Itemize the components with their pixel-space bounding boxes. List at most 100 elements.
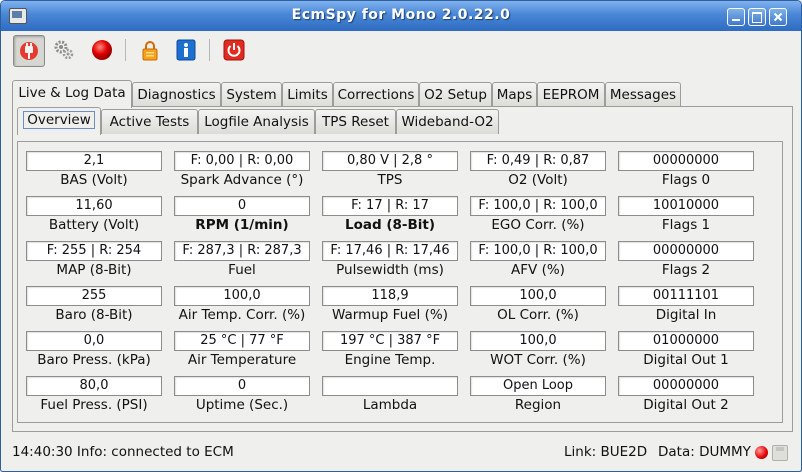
value-box: 100,0 xyxy=(174,286,310,306)
digital-out-2-field: 00000000 Digital Out 2 xyxy=(618,376,754,418)
uptime-field: 0 Uptime (Sec.) xyxy=(174,376,310,418)
flags-0-field: 00000000 Flags 0 xyxy=(618,151,754,193)
value-box: 0 xyxy=(174,376,310,396)
field-label: RPM (1/min) xyxy=(195,217,289,233)
value-box: 25 °C | 77 °F xyxy=(174,331,310,351)
digital-in-field: 00111101 Digital In xyxy=(618,286,754,328)
value-box: F: 0,49 | R: 0,87 xyxy=(470,151,606,171)
tab-live-log-data[interactable]: Live & Log Data xyxy=(12,80,132,108)
title-bar[interactable]: EcmSpy for Mono 2.0.22.0 xyxy=(1,1,801,31)
info-button[interactable] xyxy=(171,35,201,65)
lock-button[interactable] xyxy=(135,35,165,65)
tab-overview-label: Overview xyxy=(23,111,95,129)
value-box xyxy=(322,376,458,396)
field-label: Warmup Fuel (%) xyxy=(332,307,448,323)
fuel-press-field: 80,0 Fuel Press. (PSI) xyxy=(26,376,162,418)
window-title: EcmSpy for Mono 2.0.22.0 xyxy=(291,7,511,23)
tab-system[interactable]: System xyxy=(221,82,282,107)
tab-messages[interactable]: Messages xyxy=(605,82,681,107)
tab-active-tests[interactable]: Active Tests xyxy=(101,109,198,134)
tab-wideband-o2[interactable]: Wideband-O2 xyxy=(396,109,499,134)
value-box: 01000000 xyxy=(618,331,754,351)
engine-temp-field: 197 °C | 387 °F Engine Temp. xyxy=(322,331,458,373)
tps-field: 0,80 V | 2,8 ° TPS xyxy=(322,151,458,193)
tab-logfile-analysis[interactable]: Logfile Analysis xyxy=(198,109,315,134)
value-box: 100,0 xyxy=(470,331,606,351)
field-label: AFV (%) xyxy=(511,262,565,278)
wot-corr-field: 100,0 WOT Corr. (%) xyxy=(470,331,606,373)
field-label: BAS (Volt) xyxy=(60,172,128,188)
value-box: F: 100,0 | R: 100,0 xyxy=(470,241,606,261)
value-box: 00000000 xyxy=(618,151,754,171)
load-field: F: 17 | R: 17 Load (8-Bit) xyxy=(322,196,458,238)
region-field: Open Loop Region xyxy=(470,376,606,418)
tab-tps-reset[interactable]: TPS Reset xyxy=(315,109,396,134)
value-box: 00000000 xyxy=(618,241,754,261)
tab-maps[interactable]: Maps xyxy=(492,82,537,107)
record-button[interactable] xyxy=(87,35,117,65)
field-label: EGO Corr. (%) xyxy=(491,217,585,233)
flags-1-field: 10010000 Flags 1 xyxy=(618,196,754,238)
value-box: 0,0 xyxy=(26,331,162,351)
maximize-button[interactable] xyxy=(748,8,766,26)
field-label: Air Temp. Corr. (%) xyxy=(178,307,306,323)
value-box: F: 0,00 | R: 0,00 xyxy=(174,151,310,171)
field-label: Flags 1 xyxy=(661,217,711,233)
value-box: 10010000 xyxy=(618,196,754,216)
record-red-icon xyxy=(92,40,112,60)
toolbar xyxy=(1,31,801,71)
tab-limits[interactable]: Limits xyxy=(282,82,333,107)
save-disk-icon[interactable] xyxy=(772,445,788,461)
field-label: Spark Advance (°) xyxy=(180,172,304,188)
value-box: F: 17 | R: 17 xyxy=(322,196,458,216)
air-temp-corr-field: 100,0 Air Temp. Corr. (%) xyxy=(174,286,310,328)
value-box: 118,9 xyxy=(322,286,458,306)
quit-button[interactable] xyxy=(219,35,249,65)
field-label: Air Temperature xyxy=(187,352,297,368)
battery-volt-field: 11,60 Battery (Volt) xyxy=(26,196,162,238)
settings-button[interactable] xyxy=(49,35,79,65)
tab-corrections[interactable]: Corrections xyxy=(333,82,419,107)
minimize-button[interactable] xyxy=(727,8,745,26)
close-button[interactable] xyxy=(769,8,787,26)
lock-icon xyxy=(142,41,158,61)
app-window: EcmSpy for Mono 2.0.22.0 Live & Log Data… xyxy=(0,0,802,472)
field-label: WOT Corr. (%) xyxy=(490,352,586,368)
tab-o2-setup[interactable]: O2 Setup xyxy=(419,82,492,107)
afv-field: F: 100,0 | R: 100,0 AFV (%) xyxy=(470,241,606,283)
tab-eeprom[interactable]: EEPROM xyxy=(537,82,605,107)
o2-volt-field: F: 0,49 | R: 0,87 O2 (Volt) xyxy=(470,151,606,193)
lambda-field: Lambda xyxy=(322,376,458,418)
field-label: Baro (8-Bit) xyxy=(55,307,133,323)
link-status: Link: BUE2D xyxy=(564,444,648,460)
value-box: F: 17,46 | R: 17,46 xyxy=(322,241,458,261)
ol-corr-field: 100,0 OL Corr. (%) xyxy=(470,286,606,328)
value-box: 0,80 V | 2,8 ° xyxy=(322,151,458,171)
value-box: 100,0 xyxy=(470,286,606,306)
toolbar-separator xyxy=(209,39,210,61)
value-box: Open Loop xyxy=(470,376,606,396)
power-icon xyxy=(223,39,245,61)
plug-connect-icon xyxy=(20,42,38,60)
field-label: MAP (8-Bit) xyxy=(56,262,132,278)
spark-advance-field: F: 0,00 | R: 0,00 Spark Advance (°) xyxy=(174,151,310,193)
connect-button[interactable] xyxy=(13,35,45,67)
ego-corr-field: F: 100,0 | R: 100,0 EGO Corr. (%) xyxy=(470,196,606,238)
field-label: Fuel xyxy=(228,262,256,278)
bas-volt-field: 2,1 BAS (Volt) xyxy=(26,151,162,193)
info-icon xyxy=(176,39,196,61)
value-box: 2,1 xyxy=(26,151,162,171)
field-label: Pulsewidth (ms) xyxy=(336,262,444,278)
warmup-fuel-field: 118,9 Warmup Fuel (%) xyxy=(322,286,458,328)
air-temperature-field: 25 °C | 77 °F Air Temperature xyxy=(174,331,310,373)
field-label: Lambda xyxy=(362,397,418,413)
value-box: 255 xyxy=(26,286,162,306)
field-label: Flags 2 xyxy=(661,262,711,278)
data-status: Data: DUMMY xyxy=(658,444,751,460)
tab-diagnostics[interactable]: Diagnostics xyxy=(132,82,221,107)
value-box: 197 °C | 387 °F xyxy=(322,331,458,351)
close-icon xyxy=(773,12,783,22)
field-label: Battery (Volt) xyxy=(48,217,140,233)
field-label: Digital In xyxy=(655,307,717,323)
tab-overview[interactable]: Overview xyxy=(17,107,101,135)
